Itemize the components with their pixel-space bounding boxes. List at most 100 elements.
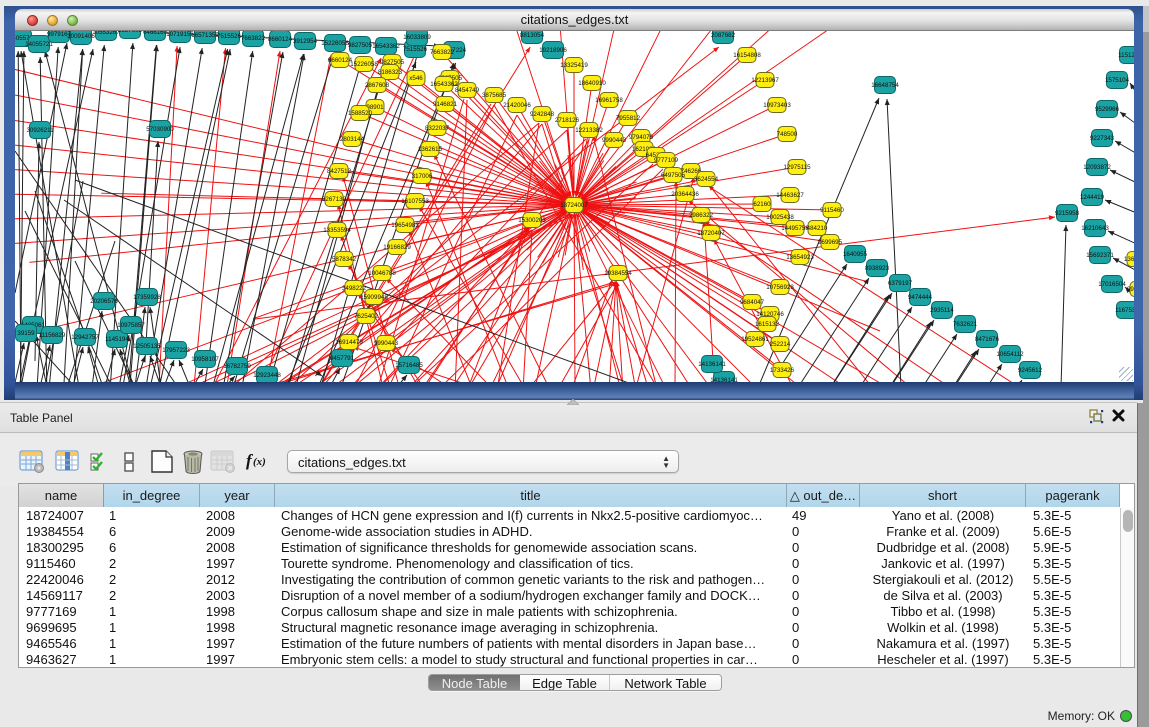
svg-text:13325419: 13325419: [560, 62, 588, 69]
svg-text:9115460: 9115460: [820, 207, 844, 214]
svg-text:10973403: 10973403: [763, 102, 791, 109]
svg-text:1167534: 1167534: [1115, 307, 1134, 314]
svg-text:9794078: 9794078: [629, 134, 654, 141]
svg-text:15226058: 15226058: [350, 61, 378, 68]
svg-text:10553267: 10553267: [92, 31, 120, 36]
svg-text:10975857: 10975857: [117, 322, 145, 329]
svg-text:10046788: 10046788: [368, 270, 396, 277]
svg-text:16107553: 16107553: [401, 198, 429, 205]
svg-text:9227343: 9227343: [1090, 135, 1115, 142]
svg-text:30926211: 30926211: [26, 127, 54, 134]
svg-text:15226058: 15226058: [321, 40, 349, 47]
svg-text:15716485: 15716485: [395, 362, 423, 369]
svg-text:7632621: 7632621: [953, 321, 978, 328]
svg-text:12093872: 12093872: [1083, 164, 1111, 171]
svg-text:9146821: 9146821: [433, 101, 458, 108]
svg-text:3267130: 3267130: [322, 196, 347, 203]
svg-text:748500: 748500: [777, 131, 798, 138]
svg-text:19654983: 19654983: [391, 222, 419, 229]
svg-text:10719155: 10719155: [166, 31, 194, 38]
svg-text:2087682: 2087682: [711, 32, 736, 39]
svg-text:16033809: 16033809: [403, 34, 431, 41]
svg-text:14463627: 14463627: [776, 192, 804, 199]
svg-text:12975115: 12975115: [783, 164, 811, 171]
svg-text:16571355: 16571355: [191, 32, 219, 39]
svg-text:16782759: 16782759: [223, 363, 251, 370]
svg-text:9215958: 9215958: [1055, 210, 1080, 217]
svg-text:8186323: 8186323: [378, 69, 403, 76]
svg-text:12213967: 12213967: [751, 77, 779, 84]
svg-text:1244419: 1244419: [1080, 194, 1105, 201]
svg-text:10025438: 10025438: [766, 214, 794, 221]
svg-text:19218906: 19218906: [539, 47, 567, 54]
svg-text:9990443: 9990443: [602, 137, 627, 144]
svg-text:12505135: 12505135: [133, 343, 161, 350]
svg-text:62160: 62160: [753, 201, 771, 208]
svg-text:1575104: 1575104: [1105, 77, 1130, 84]
svg-text:1733426: 1733426: [770, 367, 795, 374]
svg-text:2867608: 2867608: [365, 82, 390, 89]
svg-text:1615132: 1615132: [755, 321, 780, 328]
svg-text:8938923: 8938923: [865, 265, 890, 272]
svg-text:20364436: 20364436: [671, 191, 699, 198]
svg-text:17359928: 17359928: [133, 294, 161, 301]
svg-text:8660124: 8660124: [268, 36, 293, 43]
svg-text:17016504: 17016504: [1098, 281, 1126, 288]
svg-text:16543362: 16543362: [372, 43, 400, 50]
svg-text:15692371: 15692371: [1086, 252, 1114, 259]
svg-text:2935114: 2935114: [930, 307, 954, 314]
svg-text:1362615: 1362615: [418, 146, 443, 153]
svg-text:13353594: 13353594: [323, 227, 351, 234]
svg-text:9777109: 9777109: [654, 157, 679, 164]
svg-text:7625402: 7625402: [354, 313, 379, 320]
svg-text:x546: x546: [409, 75, 423, 82]
svg-text:14055721: 14055721: [25, 41, 53, 48]
svg-text:13654923: 13654923: [786, 254, 814, 261]
svg-text:2718126: 2718126: [555, 117, 580, 124]
svg-text:16154808: 16154808: [733, 52, 761, 59]
svg-text:7955812: 7955812: [616, 115, 641, 122]
svg-text:7663822: 7663822: [241, 35, 266, 42]
svg-text:11156829: 11156829: [39, 332, 66, 339]
svg-text:10958107: 10958107: [191, 356, 219, 363]
svg-text:252214: 252214: [770, 341, 791, 348]
svg-text:8813054: 8813054: [520, 32, 545, 39]
svg-text:8660124: 8660124: [328, 57, 353, 64]
svg-text:20206576: 20206576: [90, 298, 118, 305]
svg-text:9699695: 9699695: [818, 239, 843, 246]
svg-text:6497505: 6497505: [661, 172, 686, 179]
svg-text:17957223: 17957223: [162, 347, 190, 354]
svg-text:3498222: 3498222: [342, 285, 367, 292]
svg-text:14136141: 14136141: [698, 361, 726, 368]
svg-text:12213382: 12213382: [575, 127, 603, 134]
svg-text:15909948: 15909948: [360, 294, 388, 301]
svg-text:57030900: 57030900: [146, 126, 174, 133]
svg-text:39159: 39159: [17, 330, 35, 337]
svg-text:19384554: 19384554: [604, 270, 632, 277]
svg-text:16914479: 16914479: [335, 339, 363, 346]
svg-text:6466160: 6466160: [143, 31, 168, 36]
svg-text:9975690: 9975690: [1127, 286, 1134, 293]
svg-text:1640955: 1640955: [843, 251, 868, 258]
svg-text:1527602: 1527602: [118, 31, 143, 34]
svg-text:8454749: 8454749: [455, 87, 480, 94]
svg-text:3624554: 3624554: [694, 176, 719, 183]
svg-text:16961758: 16961758: [595, 97, 623, 104]
svg-text:20091406: 20091406: [67, 33, 95, 40]
svg-text:7663822: 7663822: [430, 49, 455, 56]
svg-text:8427512: 8427512: [327, 168, 352, 175]
svg-text:16648754: 16648754: [871, 82, 899, 89]
svg-text:10654112: 10654112: [996, 351, 1024, 358]
svg-text:1588520: 1588520: [348, 110, 373, 117]
svg-text:6379197: 6379197: [888, 280, 913, 287]
svg-text:16210643: 16210643: [1081, 225, 1109, 232]
svg-text:9684047: 9684047: [740, 299, 765, 306]
svg-text:9242848: 9242848: [530, 111, 555, 118]
svg-text:19166829: 19166829: [383, 244, 411, 251]
svg-text:9990443: 9990443: [374, 340, 399, 347]
svg-text:19524861: 19524861: [741, 336, 769, 343]
svg-text:18640910: 18640910: [578, 80, 606, 87]
svg-text:7515526: 7515526: [217, 33, 242, 40]
svg-text:1365731: 1365731: [1124, 256, 1134, 263]
svg-text:1151251: 1151251: [1118, 52, 1134, 59]
